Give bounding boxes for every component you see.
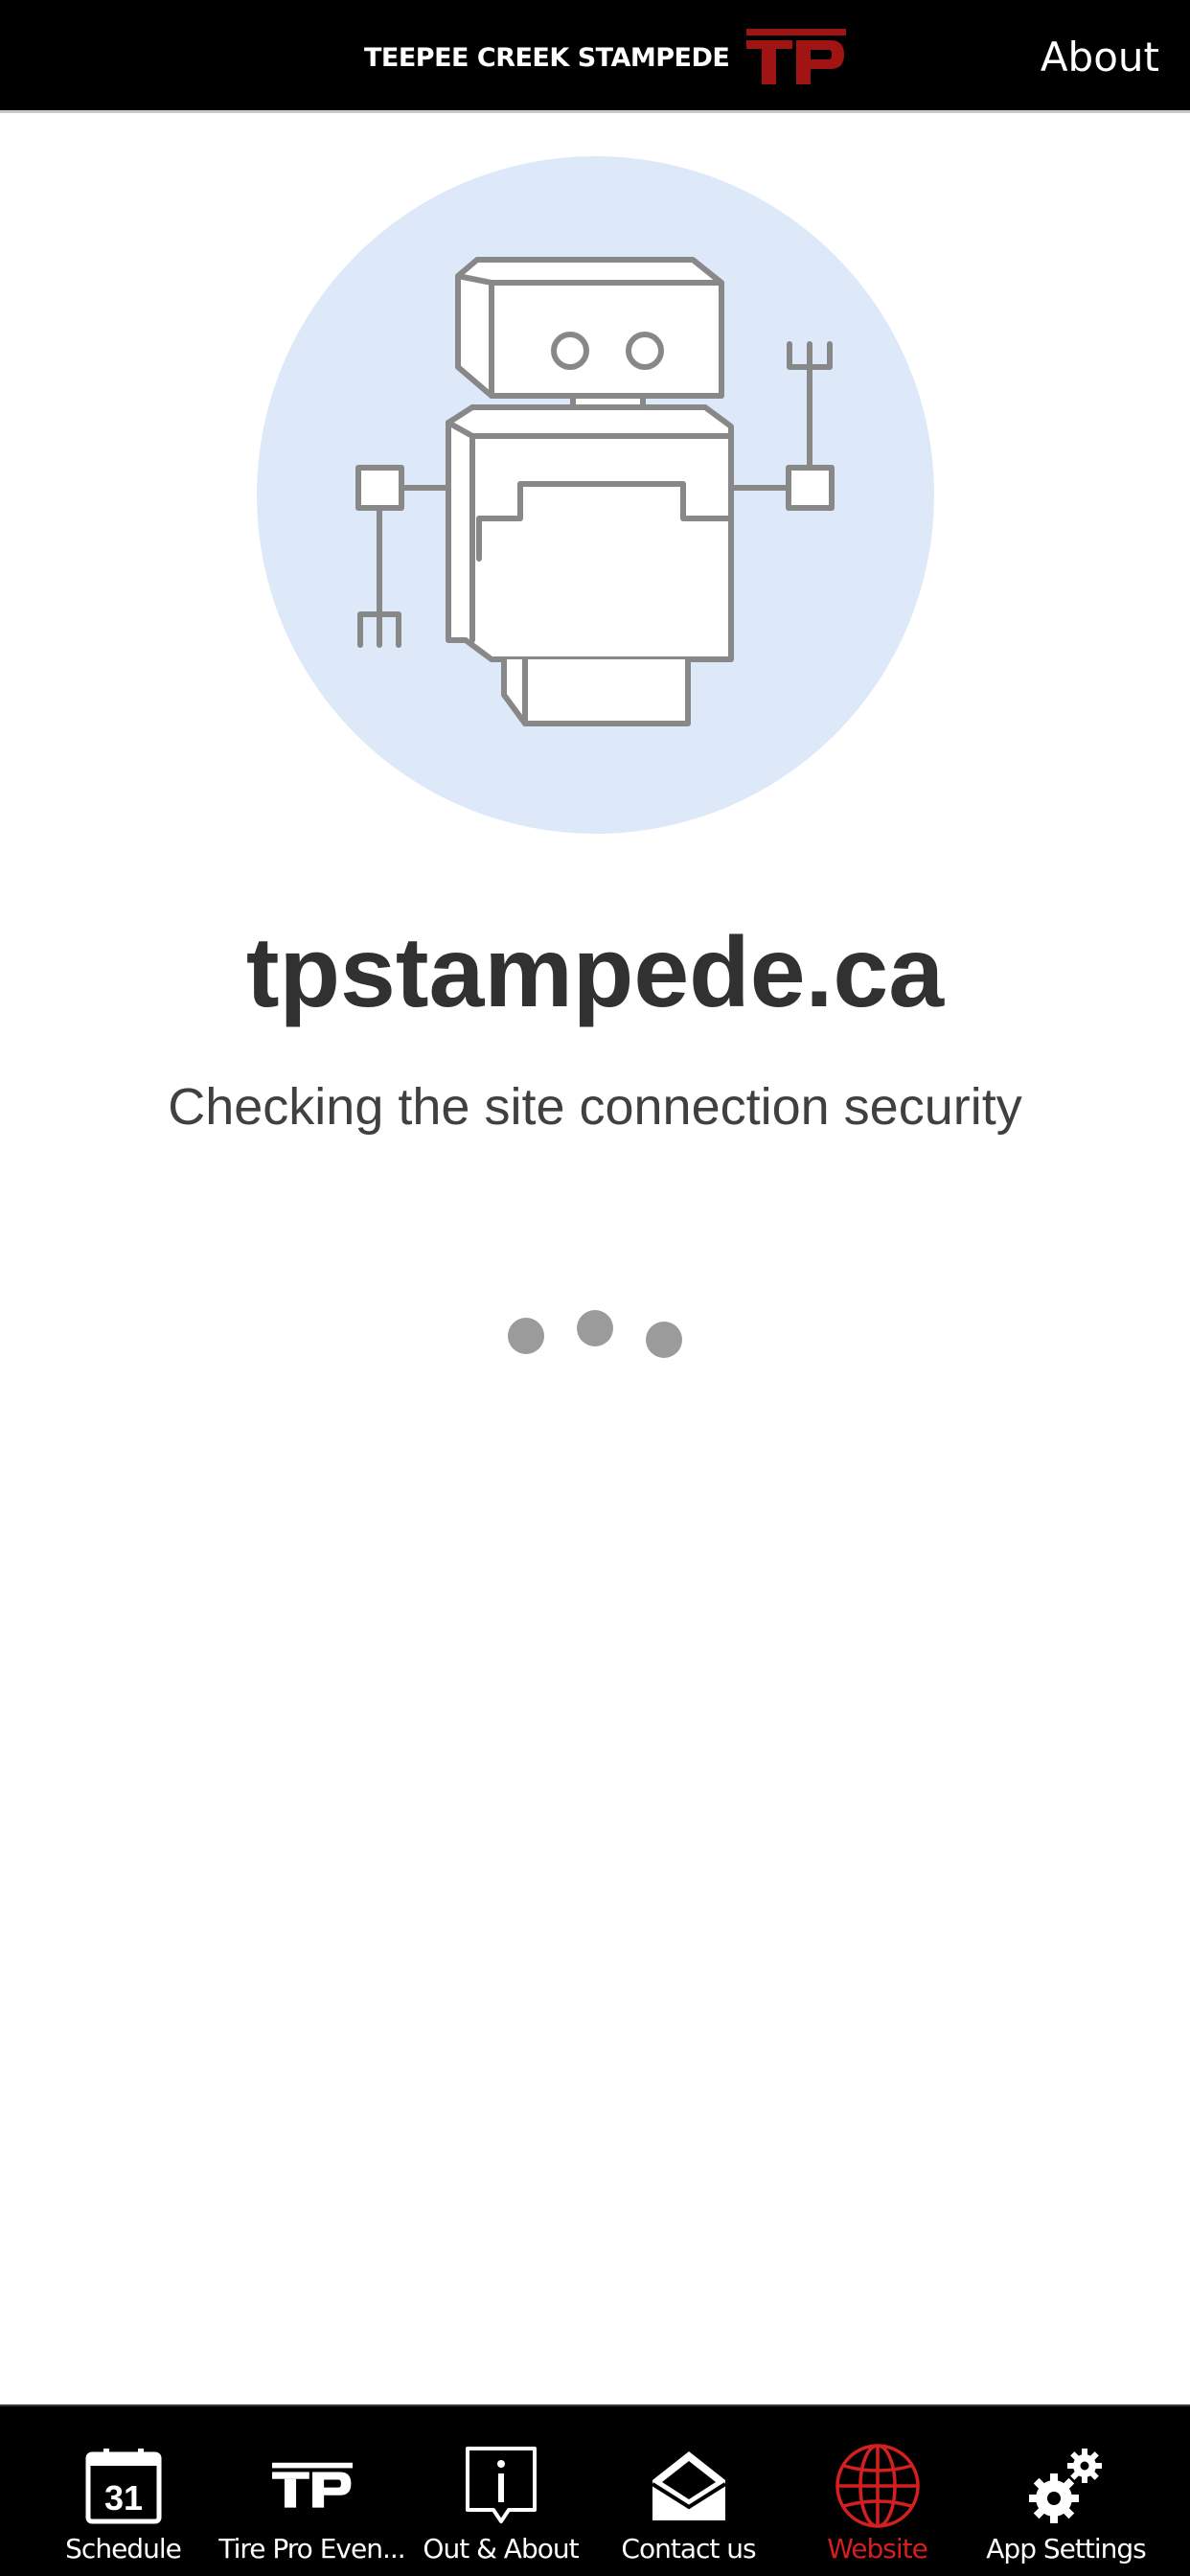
loading-dot <box>577 1310 613 1346</box>
tab-label: Schedule <box>65 2533 182 2564</box>
security-check-status: Checking the site connection security <box>168 1078 1022 1136</box>
globe-icon <box>835 2443 921 2529</box>
envelope-icon <box>646 2443 732 2529</box>
bottom-tab-bar: 31 Schedule Tire Pro Even... Out & About <box>0 2404 1190 2576</box>
tab-website[interactable]: Website <box>783 2406 972 2576</box>
tab-label: Tire Pro Even... <box>218 2533 405 2564</box>
tab-tire-pro-events[interactable]: Tire Pro Even... <box>217 2406 406 2576</box>
info-icon <box>458 2443 544 2529</box>
tab-schedule[interactable]: 31 Schedule <box>29 2406 217 2576</box>
tab-label: App Settings <box>986 2533 1146 2564</box>
site-domain-title: tpstampede.ca <box>245 917 945 1028</box>
tab-label: Contact us <box>621 2533 756 2564</box>
tab-out-and-about[interactable]: Out & About <box>406 2406 595 2576</box>
app-header: TEEPEE CREEK STAMPEDE About <box>0 0 1190 113</box>
loading-dot <box>508 1318 544 1354</box>
gears-icon <box>1023 2443 1110 2529</box>
tp-logo-icon <box>269 2443 355 2529</box>
brand: TEEPEE CREEK STAMPEDE <box>364 27 847 88</box>
about-button[interactable]: About <box>1041 31 1159 84</box>
tab-label: Website <box>827 2533 928 2564</box>
tab-label: Out & About <box>423 2533 579 2564</box>
robot-illustration <box>257 156 934 834</box>
brand-title: TEEPEE CREEK STAMPEDE <box>364 42 730 73</box>
tp-logo-icon <box>746 29 847 84</box>
calendar-day: 31 <box>103 2478 142 2518</box>
loading-dot <box>646 1322 682 1358</box>
tab-app-settings[interactable]: App Settings <box>972 2406 1160 2576</box>
tab-contact-us[interactable]: Contact us <box>594 2406 783 2576</box>
loading-indicator <box>498 1299 690 1375</box>
calendar-icon: 31 <box>80 2443 167 2529</box>
